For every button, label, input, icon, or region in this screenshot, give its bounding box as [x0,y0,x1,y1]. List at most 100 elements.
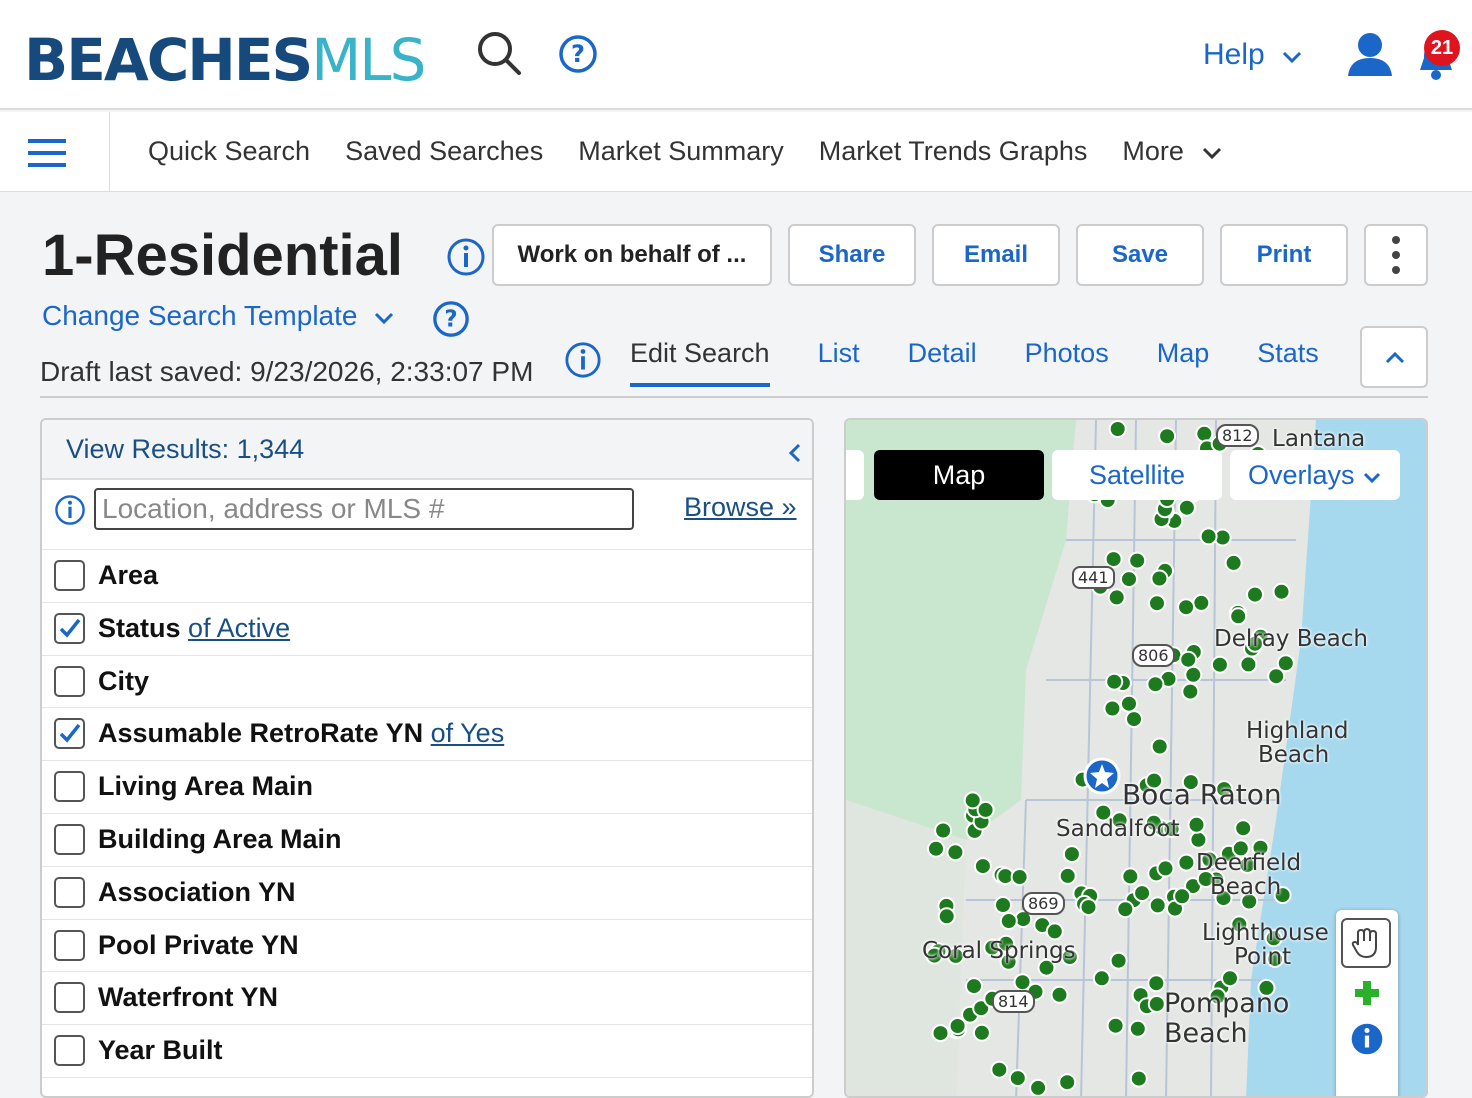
listing-marker[interactable] [1116,900,1135,919]
info-icon[interactable] [446,237,486,277]
listing-marker[interactable] [1128,551,1147,570]
listing-marker[interactable] [1158,427,1177,446]
listing-marker[interactable] [1150,737,1169,756]
listing-marker[interactable] [1187,815,1206,834]
listing-marker[interactable] [1058,1073,1077,1092]
criteria-row[interactable]: Year Built [42,1025,812,1078]
listing-marker[interactable] [1177,598,1196,617]
listing-marker[interactable] [937,907,956,926]
collapse-button[interactable] [1360,326,1428,388]
criteria-checkbox[interactable] [54,982,85,1014]
view-results-header[interactable]: View Results: 1,344 [42,420,812,480]
listing-marker[interactable] [1147,995,1166,1013]
work-on-behalf-button[interactable]: Work on behalf of ... [492,224,772,286]
criteria-row[interactable]: Waterfront YN [42,972,812,1026]
info-icon[interactable] [1350,1022,1384,1056]
browse-link[interactable]: Browse » [684,492,797,523]
tab-list[interactable]: List [818,338,860,387]
listing-marker[interactable] [976,800,995,819]
criteria-row[interactable]: Assumable RetroRate YN of Yes [42,708,812,762]
change-search-template-dropdown[interactable]: Change Search Template [42,300,395,332]
listing-marker[interactable] [973,857,992,876]
more-actions-button[interactable] [1364,224,1428,286]
listing-marker[interactable] [1058,866,1077,885]
nav-saved-searches[interactable]: Saved Searches [345,136,543,167]
criteria-row[interactable]: Living Area Main [42,761,812,814]
listing-marker[interactable] [1010,868,1029,886]
listing-marker[interactable] [1045,922,1064,941]
listing-marker[interactable] [1120,570,1138,589]
share-button[interactable]: Share [788,224,916,286]
location-search-input[interactable] [94,488,634,530]
listing-marker[interactable] [1184,665,1203,684]
listing-marker[interactable] [1224,553,1243,572]
listing-marker[interactable] [1133,884,1152,903]
criteria-row[interactable]: Association YN [42,867,812,920]
tab-photos[interactable]: Photos [1025,338,1109,387]
listing-marker[interactable] [1239,655,1258,674]
criteria-checkbox[interactable] [54,718,85,750]
listing-marker[interactable] [1128,1019,1147,1038]
criteria-row[interactable]: City [42,656,812,709]
listing-marker[interactable] [1276,654,1295,673]
save-button[interactable]: Save [1076,224,1204,286]
map-type-map-button[interactable]: Map [874,450,1044,500]
pan-tool-button[interactable] [1341,918,1391,968]
notification-badge[interactable]: 21 [1424,30,1460,66]
listing-marker[interactable] [1079,898,1098,917]
nav-market-trends-graphs[interactable]: Market Trends Graphs [819,136,1088,167]
listing-marker[interactable] [1221,969,1239,988]
print-button[interactable]: Print [1220,224,1348,286]
criteria-value-link[interactable]: of Yes [431,718,505,748]
listing-marker[interactable] [1177,498,1196,517]
map-left-control[interactable] [846,450,864,500]
criteria-value-link[interactable]: of Active [188,613,290,643]
listing-marker[interactable] [972,1023,991,1042]
hamburger-menu-button[interactable] [0,112,110,192]
listing-marker[interactable] [1173,887,1192,906]
add-pin-icon[interactable] [1352,978,1382,1008]
criteria-checkbox[interactable] [54,929,85,961]
listing-marker[interactable] [1148,896,1167,915]
info-icon[interactable] [54,494,86,526]
nav-market-summary[interactable]: Market Summary [578,136,784,167]
criteria-row[interactable]: Pool Private YN [42,920,812,973]
tab-edit-search[interactable]: Edit Search [630,338,770,387]
search-icon[interactable] [476,30,522,76]
criteria-checkbox[interactable] [54,612,85,644]
listing-marker[interactable] [994,896,1012,914]
listing-marker[interactable] [990,1060,1009,1079]
listing-marker[interactable] [1272,582,1291,601]
listing-marker[interactable] [946,843,965,862]
listing-marker[interactable] [1062,845,1081,864]
email-button[interactable]: Email [932,224,1060,286]
listing-marker[interactable] [1129,1069,1148,1088]
criteria-checkbox[interactable] [54,823,85,855]
criteria-checkbox[interactable] [54,665,85,697]
listing-marker[interactable] [1092,969,1111,988]
listing-marker[interactable] [1199,527,1218,546]
tab-detail[interactable]: Detail [908,338,977,387]
user-icon[interactable] [1346,30,1394,78]
listing-marker[interactable] [1103,699,1122,718]
listing-marker[interactable] [1192,593,1211,612]
listing-marker[interactable] [931,1024,950,1043]
listing-marker[interactable] [1120,694,1138,713]
listing-marker[interactable] [1146,675,1165,694]
listing-marker[interactable] [965,977,983,996]
listing-marker[interactable] [1195,424,1214,443]
listing-marker[interactable] [1105,672,1124,691]
info-icon[interactable] [564,341,602,379]
help-menu[interactable]: Help [1203,38,1303,72]
chevron-left-icon[interactable] [788,442,802,464]
listing-marker[interactable] [927,839,945,858]
criteria-row[interactable]: Building Area Main [42,814,812,867]
nav-more[interactable]: More [1122,136,1223,167]
map-view[interactable]: Lantana Delray Beach Highland Beach Boca… [844,418,1428,1098]
listing-marker[interactable] [1106,1016,1125,1035]
map-type-satellite-button[interactable]: Satellite [1052,450,1222,500]
criteria-checkbox[interactable] [54,1035,85,1067]
criteria-checkbox[interactable] [54,771,85,803]
listing-marker[interactable] [1050,985,1069,1004]
tab-stats[interactable]: Stats [1257,338,1319,387]
